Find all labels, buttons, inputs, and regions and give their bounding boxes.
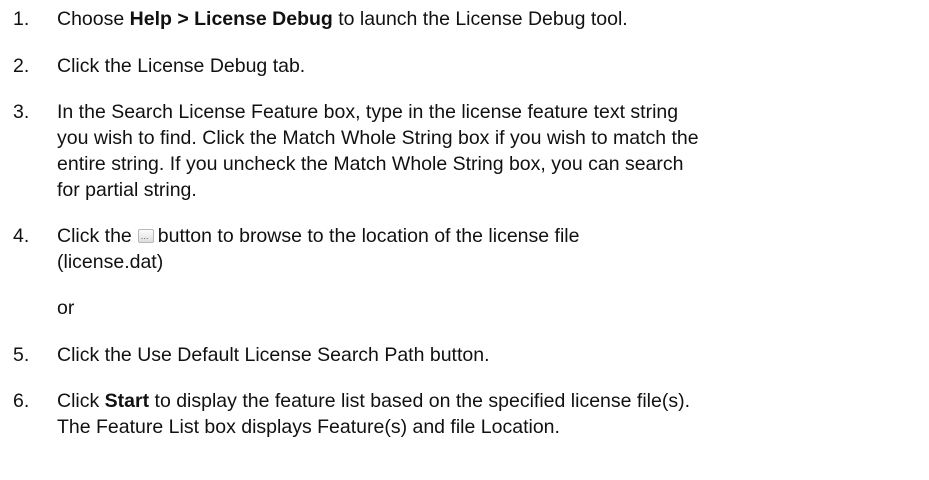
step-text-pre: Click (57, 390, 105, 412)
step-text: Click the Use Default License Search Pat… (57, 344, 490, 366)
step-text: Click the... button to browse to the loca… (57, 223, 917, 249)
step-text-line: for partial string. (57, 179, 197, 201)
step-text-pre: Choose (57, 8, 130, 30)
step-number: 5. (13, 344, 30, 366)
step-number: 6. (13, 390, 30, 412)
step-number: 2. (13, 55, 30, 77)
browse-ellipsis-icon: ... (137, 229, 154, 243)
step-text-line: (license.dat) (57, 251, 164, 273)
ellipsis-glyph: ... (140, 232, 149, 241)
step-text-post: to launch the License Debug tool. (332, 8, 628, 30)
step-text: Click Start to display the feature list … (57, 388, 917, 414)
step-text-line: In the Search License Feature box, type … (57, 101, 679, 123)
step-text-line: entire string. If you uncheck the Match … (57, 153, 684, 175)
step-text: Choose Help > License Debug to launch th… (57, 6, 917, 32)
start-label: Start (104, 390, 150, 412)
step-text-pre: Click the (57, 225, 132, 247)
step-text-post: button to browse to the location of the … (157, 225, 580, 247)
step-text: Click the License Debug tab. (57, 55, 306, 77)
step-text-post: to display the feature list based on the… (149, 390, 690, 412)
menu-path: Help > License Debug (129, 8, 333, 30)
step-text-line: The Feature List box displays Feature(s)… (57, 416, 560, 438)
step-number: 3. (13, 101, 30, 123)
step-text-line: you wish to find. Click the Match Whole … (57, 127, 699, 149)
step-number: 4. (13, 225, 30, 247)
step-number: 1. (13, 8, 30, 30)
or-text: or (57, 297, 75, 319)
